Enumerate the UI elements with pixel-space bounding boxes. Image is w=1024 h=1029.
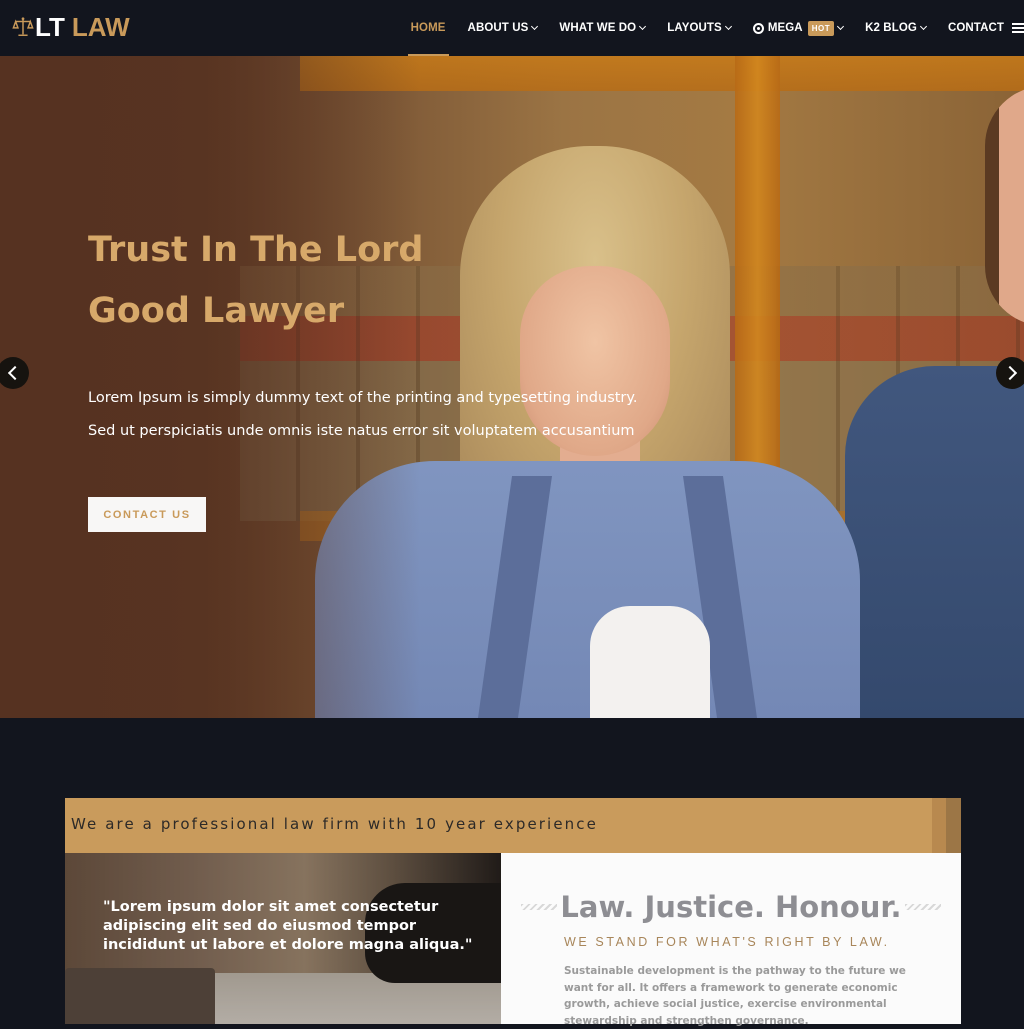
- nav-k2-blog[interactable]: K2 BLOG: [854, 0, 937, 56]
- nav-home[interactable]: HOME: [400, 0, 457, 56]
- logo-text-lt: LT: [35, 11, 65, 42]
- hero-image-man: [985, 86, 1024, 326]
- nav-what-we-do-label: WHAT WE DO: [559, 22, 637, 34]
- handshake-photo: "Lorem ipsum dolor sit amet consectetur …: [65, 853, 501, 1024]
- contact-us-button[interactable]: CONTACT US: [88, 497, 206, 532]
- nav-home-label: HOME: [410, 22, 446, 34]
- nav-layouts-label: LAYOUTS: [667, 22, 722, 34]
- hero-title: Trust In The Lord Good Lawyer: [88, 220, 423, 342]
- experience-banner: We are a professional law firm with 10 y…: [65, 798, 961, 853]
- nav-contact-label: CONTACT: [947, 22, 1004, 34]
- nav-k2-blog-label: K2 BLOG: [865, 22, 917, 34]
- nav-about-us-label: ABOUT US: [467, 22, 529, 34]
- chevron-down-icon: [837, 22, 845, 30]
- nav-about-us[interactable]: ABOUT US: [457, 0, 549, 56]
- nav-mega-label: MEGA: [767, 22, 803, 34]
- hero-title-line1: Trust In The Lord: [88, 230, 424, 270]
- nav-layouts[interactable]: LAYOUTS: [656, 0, 742, 56]
- chevron-down-icon: [531, 22, 539, 30]
- banner-text: We are a professional law firm with 10 y…: [71, 815, 598, 833]
- life-ring-icon: [752, 22, 764, 34]
- slider-next-button[interactable]: [996, 357, 1024, 389]
- values-card: Law. Justice. Honour. WE STAND FOR WHAT'…: [501, 853, 961, 1027]
- testimonial-quote: "Lorem ipsum dolor sit amet consectetur …: [103, 899, 473, 953]
- hero-text-line2: Sed ut perspiciatis unde omnis iste natu…: [88, 423, 635, 439]
- nav-mega[interactable]: MEGA HOT: [742, 0, 854, 56]
- chevron-down-icon: [919, 22, 927, 30]
- scales-of-justice-icon: [12, 17, 34, 36]
- card-body: Sustainable development is the pathway t…: [564, 965, 906, 1027]
- card-subtitle: WE STAND FOR WHAT'S RIGHT BY LAW.: [564, 935, 890, 949]
- chevron-down-icon: [724, 22, 732, 30]
- nav-contact[interactable]: CONTACT: [937, 0, 1024, 56]
- logo-text-law: LAW: [71, 11, 130, 42]
- site-header: LT LAW HOME ABOUT US WHAT WE DO LAYOUTS …: [0, 0, 1024, 56]
- site-logo[interactable]: LT LAW: [12, 12, 130, 42]
- decorative-hatch-right: [904, 904, 941, 910]
- card-title: Law. Justice. Honour.: [560, 890, 902, 924]
- main-nav: HOME ABOUT US WHAT WE DO LAYOUTS MEGA HO…: [400, 0, 1024, 56]
- decorative-hatch-left: [521, 904, 558, 910]
- hero-slider: Trust In The Lord Good Lawyer Lorem Ipsu…: [0, 56, 1024, 718]
- hero-title-line2: Good Lawyer: [88, 291, 345, 331]
- nav-what-we-do[interactable]: WHAT WE DO: [548, 0, 656, 56]
- hamburger-menu-icon[interactable]: [1012, 23, 1024, 33]
- hot-badge: HOT: [807, 20, 835, 36]
- hero-text-line1: Lorem Ipsum is simply dummy text of the …: [88, 390, 638, 406]
- chevron-down-icon: [639, 22, 647, 30]
- hero-description: Lorem Ipsum is simply dummy text of the …: [88, 382, 638, 448]
